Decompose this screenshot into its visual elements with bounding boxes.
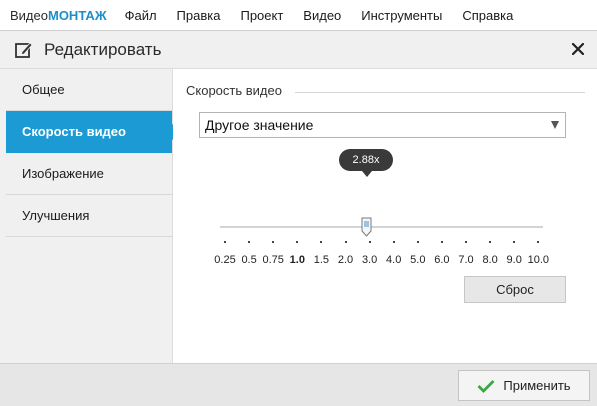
sidebar-item-video-speed[interactable]: Скорость видео <box>6 111 180 153</box>
scale-tick <box>513 241 516 243</box>
apply-button[interactable]: Применить <box>458 370 590 401</box>
scale-tick <box>392 241 395 243</box>
speed-preset-select[interactable]: Другое значение <box>199 112 566 138</box>
section-divider <box>295 92 585 93</box>
sidebar-item-general[interactable]: Общее <box>6 69 172 111</box>
edit-dialog: Редактировать Общее Скорость видео Изобр… <box>0 30 597 406</box>
menu-project[interactable]: Проект <box>240 8 283 23</box>
speed-preset-value: Другое значение <box>205 117 314 133</box>
scale-tick-label: 10.0 <box>527 254 549 266</box>
scale-tick <box>296 241 299 243</box>
dialog-title: Редактировать <box>44 39 162 59</box>
sidebar-item-enhancements[interactable]: Улучшения <box>6 195 172 237</box>
scale-tick <box>368 241 371 243</box>
scale-tick <box>440 241 443 243</box>
dialog-footer: Применить <box>0 363 597 406</box>
menu-video[interactable]: Видео <box>303 8 341 23</box>
speed-slider-thumb[interactable] <box>361 217 372 237</box>
scale-tick <box>224 241 226 243</box>
logo-part1: Видео <box>10 7 48 23</box>
menu-help[interactable]: Справка <box>462 8 513 23</box>
dialog-titlebar: Редактировать <box>0 31 597 69</box>
menu-file[interactable]: Файл <box>125 8 157 23</box>
edit-icon <box>14 40 34 60</box>
scale-tick <box>248 241 251 243</box>
checkmark-icon <box>477 379 495 393</box>
scale-tick <box>416 241 419 243</box>
scale-tick <box>320 241 323 243</box>
speed-slider-track[interactable] <box>220 226 543 228</box>
scale-tick <box>465 241 467 243</box>
close-icon[interactable] <box>569 40 587 58</box>
reset-button[interactable]: Сброс <box>464 276 566 303</box>
chevron-down-icon <box>551 121 559 129</box>
menu-bar: ВидеоМОНТАЖ Файл Правка Проект Видео Инс… <box>0 0 597 30</box>
app-logo: ВидеоМОНТАЖ <box>10 8 107 23</box>
scale-tick <box>489 241 492 243</box>
scale-tick <box>344 241 347 243</box>
menu-tools[interactable]: Инструменты <box>361 8 442 23</box>
sidebar-item-image[interactable]: Изображение <box>6 153 172 195</box>
speed-value-tooltip: 2.88x <box>339 149 393 177</box>
settings-sidebar: Общее Скорость видео Изображение Улучшен… <box>6 69 180 363</box>
scale-tick <box>537 241 540 243</box>
logo-part2: МОНТАЖ <box>47 7 107 23</box>
menu-edit[interactable]: Правка <box>177 8 221 23</box>
scale-tick <box>272 241 275 243</box>
apply-label: Применить <box>503 378 571 393</box>
section-title: Скорость видео <box>186 83 282 98</box>
video-speed-panel: Скорость видео Другое значение 2.88x 0.2… <box>173 69 597 363</box>
